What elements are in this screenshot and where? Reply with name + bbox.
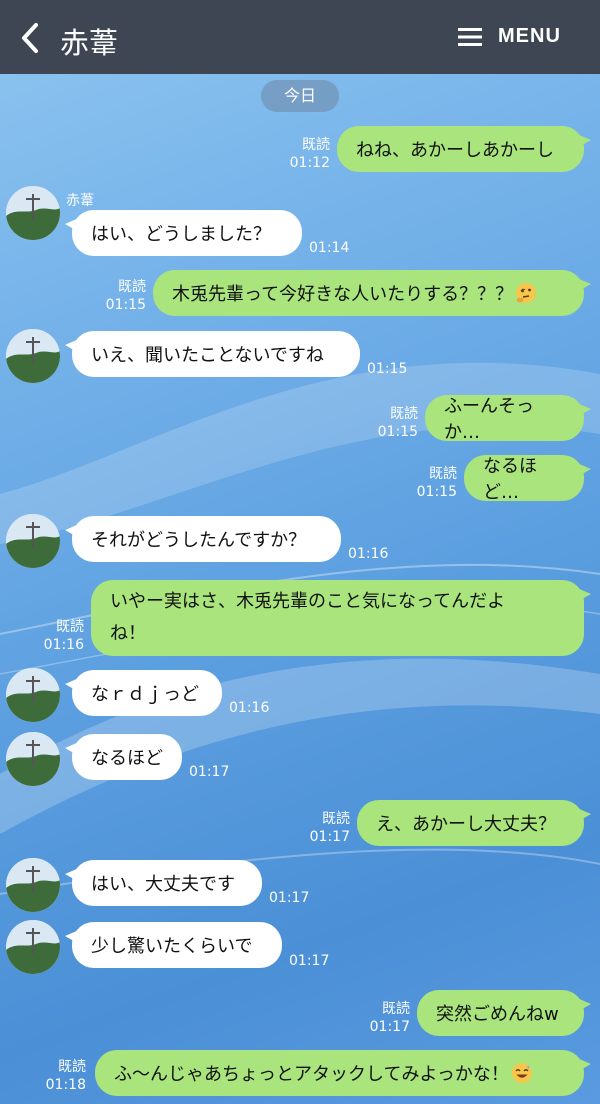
message-bubble[interactable]: なるほど… <box>464 455 591 503</box>
message-bubble[interactable]: ねね、あかーしあかーし <box>337 126 591 172</box>
message-time: 01:16 <box>229 700 270 716</box>
message-time: 01:17 <box>369 1019 410 1035</box>
message-bubble[interactable]: はい、どうしました？ <box>65 210 302 256</box>
message-text: 木兎先輩って今好きな人いたりする？？？ <box>172 284 514 305</box>
avatar[interactable] <box>6 329 60 383</box>
message-text: はい、大丈夫です <box>91 874 235 895</box>
read-receipt: 既読 <box>58 1059 86 1075</box>
message-time: 01:17 <box>189 764 230 780</box>
grinning-sweat-emoji <box>511 1063 532 1083</box>
message-text: 少し驚いたくらいで <box>91 936 253 957</box>
message-meta: 既読 01:17 <box>370 1000 410 1036</box>
message-time: 01:16 <box>348 546 389 562</box>
avatar-image <box>6 732 60 786</box>
message-time: 01:17 <box>309 829 350 845</box>
avatar[interactable] <box>6 858 60 912</box>
message-text: 突然ごめんねw <box>436 1004 559 1025</box>
avatar[interactable] <box>6 920 60 974</box>
message-time: 01:18 <box>45 1077 86 1093</box>
avatar-image <box>6 186 60 240</box>
read-receipt: 既読 <box>302 137 330 153</box>
read-receipt: 既読 <box>429 466 457 482</box>
back-arrow-icon[interactable] <box>18 22 42 54</box>
message-bubble[interactable]: 少し驚いたくらいで <box>65 922 282 968</box>
message-text-line: ね！ <box>110 623 146 644</box>
date-separator: 今日 <box>261 80 339 112</box>
read-receipt: 既読 <box>382 1001 410 1017</box>
message-time: 01:14 <box>309 240 350 256</box>
message-text: え、あかーし大丈夫？ <box>376 814 556 835</box>
read-receipt: 既読 <box>118 279 146 295</box>
sender-name: 赤葦 <box>66 193 94 209</box>
avatar[interactable] <box>6 732 60 786</box>
thinking-face-emoji <box>516 283 537 303</box>
avatar-image <box>6 668 60 722</box>
chat-title: 赤葦 <box>60 26 119 60</box>
message-bubble[interactable]: なｒｄｊっど <box>65 670 222 716</box>
read-receipt: 既読 <box>56 619 84 635</box>
message-meta: 既読 01:15 <box>417 465 457 501</box>
message-meta: 既読 01:16 <box>44 618 84 654</box>
message-meta: 既読 01:15 <box>378 405 418 441</box>
menu-button[interactable]: MENU <box>458 25 561 48</box>
message-meta: 既読 01:12 <box>290 136 330 172</box>
avatar-image <box>6 329 60 383</box>
message-time: 01:15 <box>377 424 418 440</box>
read-receipt: 既読 <box>322 811 350 827</box>
avatar[interactable] <box>6 514 60 568</box>
message-text: それがどうしたんですか？ <box>91 530 307 551</box>
avatar[interactable] <box>6 186 60 240</box>
message-bubble[interactable]: ふーんそっか… <box>425 395 591 443</box>
message-text: ねね、あかーしあかーし <box>356 140 554 161</box>
message-text: なるほど… <box>483 456 537 503</box>
message-meta: 既読 01:18 <box>46 1058 86 1094</box>
message-time: 01:15 <box>367 361 408 377</box>
message-text: なｒｄｊっど <box>91 684 199 705</box>
avatar-image <box>6 920 60 974</box>
read-receipt: 既読 <box>390 406 418 422</box>
avatar[interactable] <box>6 668 60 722</box>
message-time: 01:12 <box>289 155 330 171</box>
message-time: 01:15 <box>105 297 146 313</box>
menu-label: MENU <box>498 25 561 47</box>
message-bubble[interactable]: なるほど <box>65 734 182 780</box>
message-text: ふ〜んじゃあちょっとアタックしてみよっかな！ <box>114 1064 509 1085</box>
message-text: なるほど <box>91 748 163 769</box>
avatar-image <box>6 514 60 568</box>
message-bubble[interactable]: いやー実はさ、木兎先輩のこと気になってんだよ ね！ <box>91 580 591 656</box>
message-text: いえ、聞いたことないですね <box>91 345 324 366</box>
message-bubble[interactable]: 突然ごめんねw <box>417 990 591 1036</box>
message-time: 01:16 <box>43 637 84 653</box>
message-bubble[interactable]: いえ、聞いたことないですね <box>65 331 360 377</box>
message-text: はい、どうしました？ <box>91 224 271 245</box>
message-time: 01:15 <box>416 484 457 500</box>
message-bubble[interactable]: それがどうしたんですか？ <box>65 516 341 562</box>
chat-area[interactable]: 今日 既読 01:12 ねね、あかーしあかーし 赤葦 はい、どうしました？ 01… <box>0 74 600 1104</box>
message-meta: 既読 01:15 <box>106 278 146 314</box>
hamburger-menu-icon <box>458 27 482 46</box>
message-bubble[interactable]: ふ〜んじゃあちょっとアタックしてみよっかな！ <box>95 1050 591 1096</box>
message-time: 01:17 <box>289 953 330 969</box>
message-bubble[interactable]: はい、大丈夫です <box>65 860 262 906</box>
message-text-line: いやー実はさ、木兎先輩のこと気になってんだよ <box>110 591 506 612</box>
chat-header: 赤葦 MENU <box>0 0 600 74</box>
message-time: 01:17 <box>269 890 310 906</box>
avatar-image <box>6 858 60 912</box>
message-bubble[interactable]: え、あかーし大丈夫？ <box>357 800 591 846</box>
message-text: ふーんそっか… <box>444 396 534 443</box>
message-meta: 既読 01:17 <box>310 810 350 846</box>
message-bubble[interactable]: 木兎先輩って今好きな人いたりする？？？ <box>153 270 591 316</box>
